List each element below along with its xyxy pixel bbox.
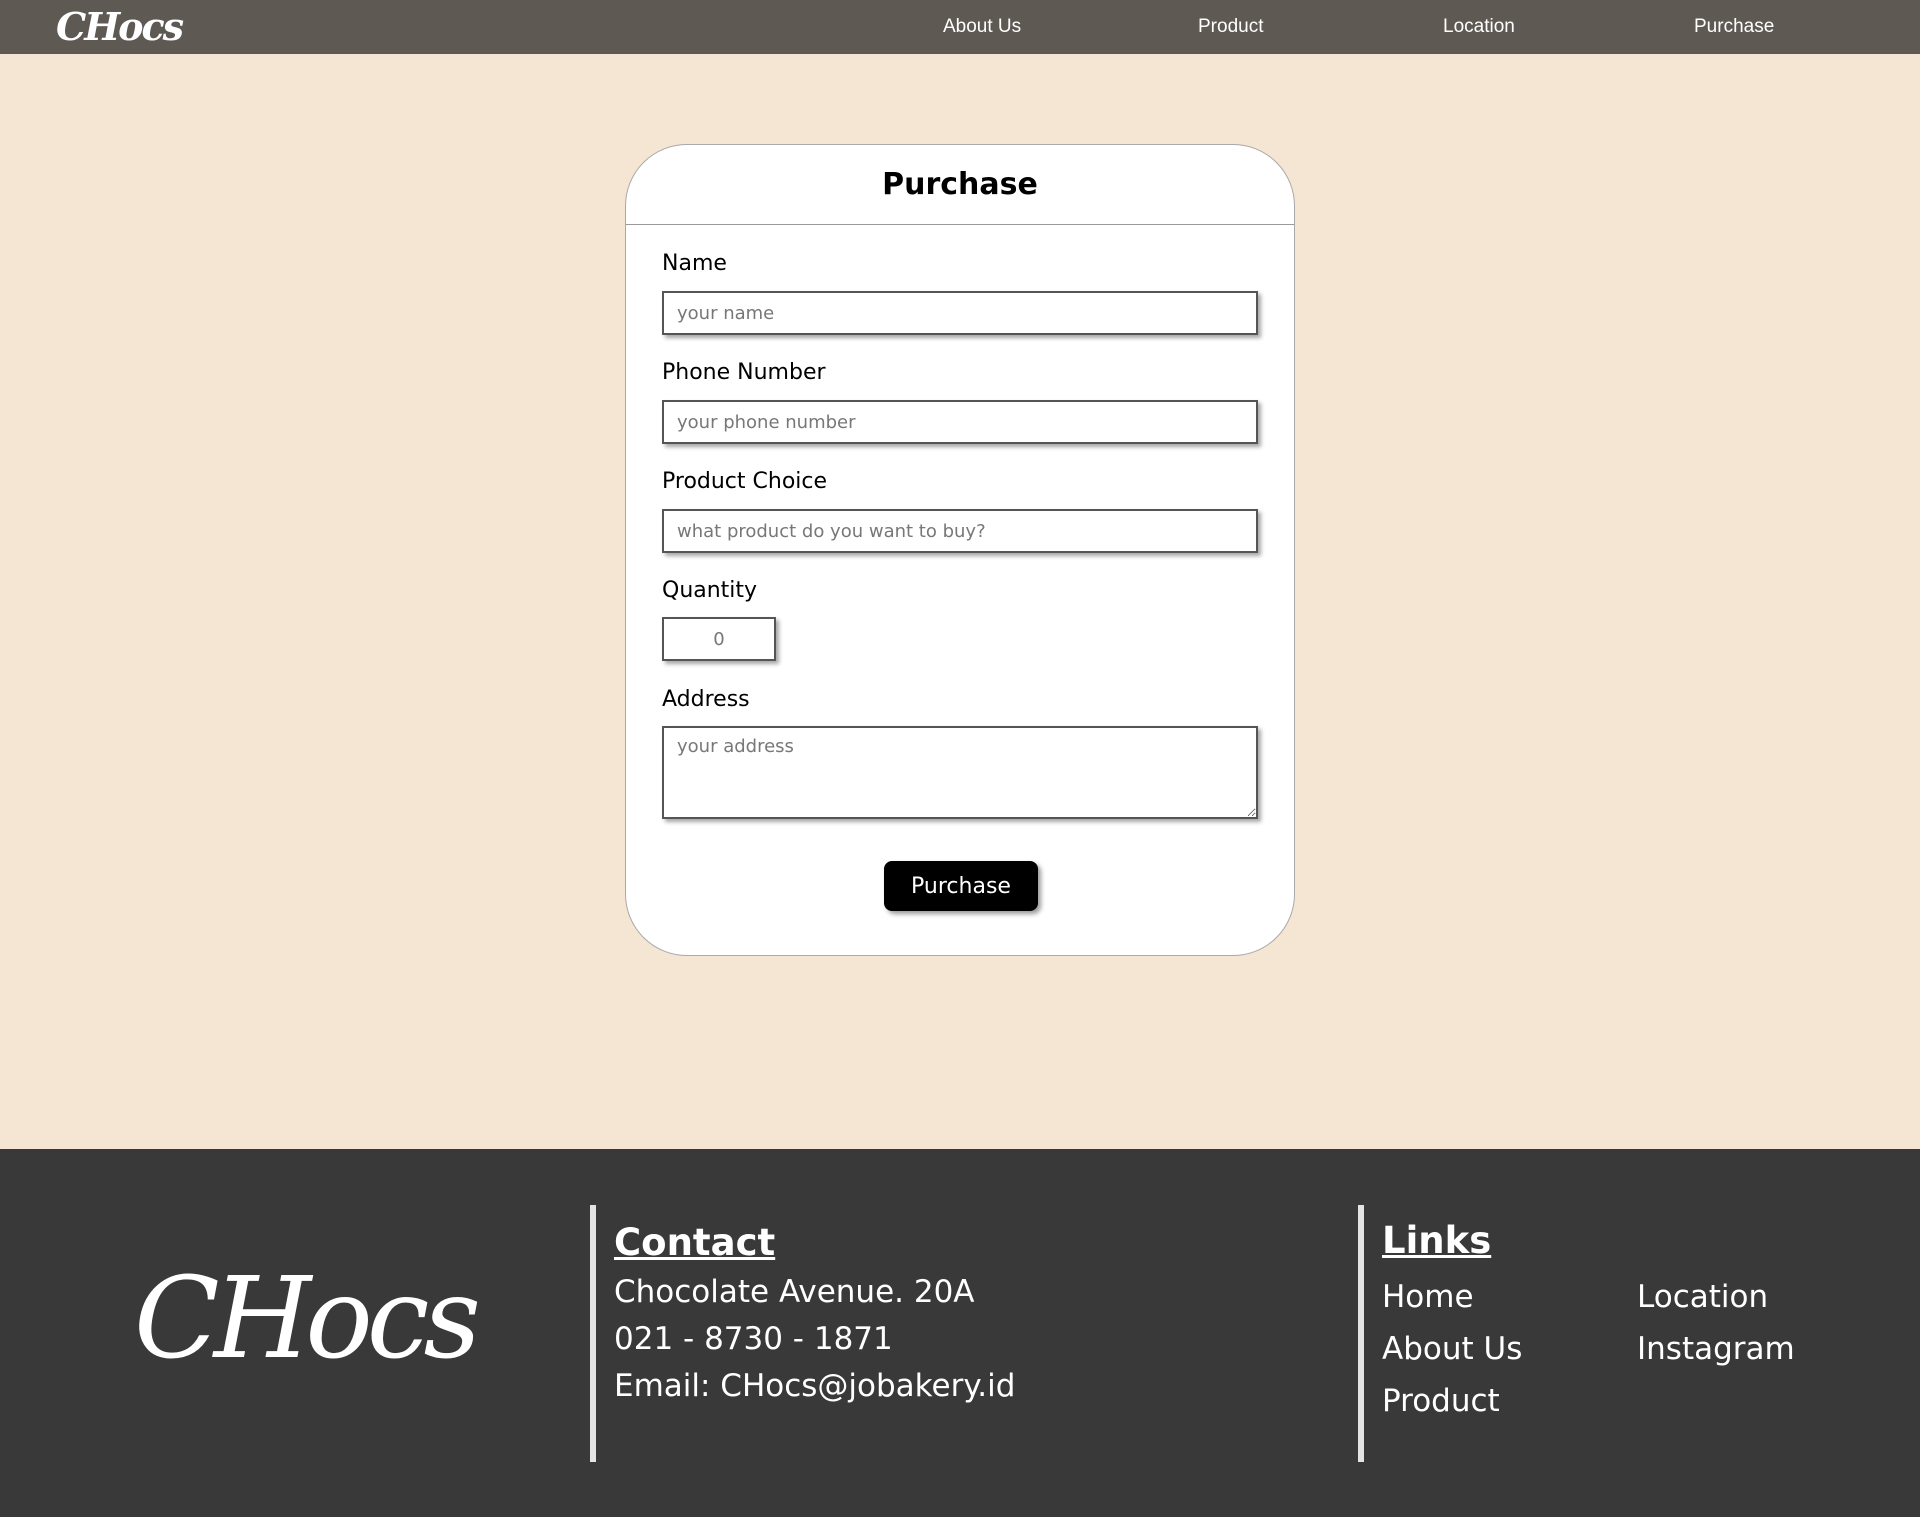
quantity-input[interactable] — [662, 617, 776, 661]
nav-link-location[interactable]: Location — [1443, 0, 1515, 54]
quantity-label: Quantity — [662, 578, 758, 603]
footer-divider — [590, 1205, 596, 1462]
footer-link-location[interactable]: Location — [1637, 1279, 1768, 1315]
form-title: Purchase — [626, 145, 1294, 225]
contact-address: Chocolate Avenue. 20A — [614, 1274, 975, 1310]
links-heading: Links — [1382, 1219, 1492, 1262]
name-label: Name — [662, 251, 727, 276]
nav-logo[interactable]: CHocs — [56, 4, 184, 50]
footer-link-about-us[interactable]: About Us — [1382, 1331, 1522, 1367]
phone-input[interactable] — [662, 400, 1258, 444]
footer: CHocs Contact Chocolate Avenue. 20A 021 … — [0, 1149, 1920, 1517]
footer-link-instagram[interactable]: Instagram — [1637, 1331, 1795, 1367]
product-choice-label: Product Choice — [662, 469, 828, 494]
nav-link-about-us[interactable]: About Us — [943, 0, 1021, 54]
name-input[interactable] — [662, 291, 1258, 335]
nav-link-product[interactable]: Product — [1198, 0, 1263, 54]
top-nav: CHocs About Us Product Location Purchase — [0, 0, 1920, 54]
purchase-button[interactable]: Purchase — [884, 861, 1038, 911]
footer-logo: CHocs — [134, 1254, 481, 1384]
purchase-form-card: Purchase Name Phone Number Product Choic… — [625, 144, 1295, 956]
phone-label: Phone Number — [662, 360, 826, 385]
address-label: Address — [662, 687, 750, 712]
footer-link-product[interactable]: Product — [1382, 1383, 1500, 1419]
footer-link-home[interactable]: Home — [1382, 1279, 1474, 1315]
contact-email: Email: CHocs@jobakery.id — [614, 1368, 1016, 1404]
nav-link-purchase[interactable]: Purchase — [1694, 0, 1774, 54]
address-textarea[interactable] — [662, 726, 1258, 819]
footer-divider — [1358, 1205, 1364, 1462]
contact-phone: 021 - 8730 - 1871 — [614, 1321, 893, 1357]
contact-heading: Contact — [614, 1221, 776, 1264]
product-choice-input[interactable] — [662, 509, 1258, 553]
